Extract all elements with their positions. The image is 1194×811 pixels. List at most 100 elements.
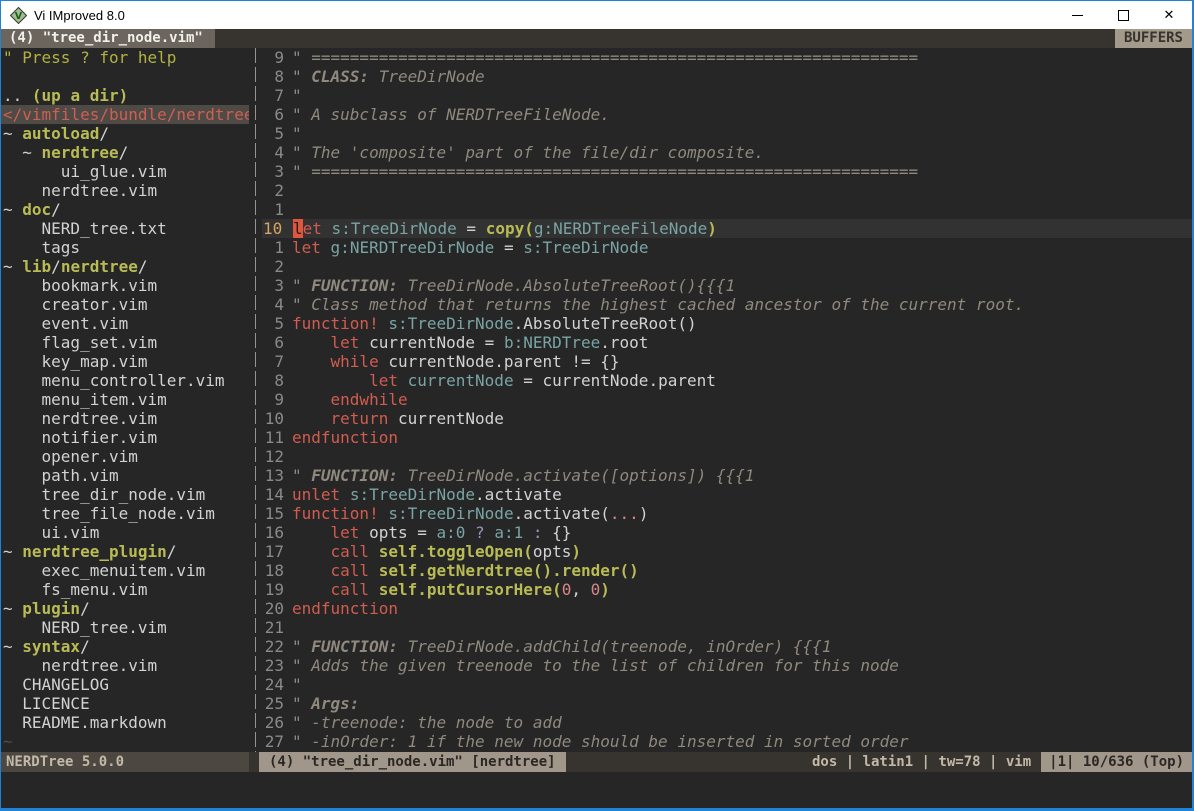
syntax-segment: while — [331, 352, 379, 371]
syntax-segment — [292, 333, 331, 352]
tree-item[interactable]: nerdtree.vim — [1, 181, 249, 200]
syntax-segment — [379, 504, 389, 523]
maximize-icon — [1118, 10, 1129, 21]
syntax-segment: " -inOrder: 1 if the new node should be … — [292, 732, 909, 751]
code-line[interactable]: 8 let currentNode = currentNode.parent — [262, 371, 1192, 390]
tree-item[interactable]: path.vim — [1, 466, 249, 485]
tree-item[interactable]: .. (up a dir) — [1, 86, 249, 105]
line-number: 11 — [262, 428, 284, 447]
code-line[interactable]: 18 call self.getNerdtree().render() — [262, 561, 1192, 580]
code-line[interactable]: 10 return currentNode — [262, 409, 1192, 428]
tree-item[interactable]: ~ — [1, 732, 249, 751]
code-line[interactable]: 4" The 'composite' part of the file/dir … — [262, 143, 1192, 162]
code-line[interactable]: 20endfunction — [262, 599, 1192, 618]
tree-item[interactable]: opener.vim — [1, 447, 249, 466]
tree-item[interactable]: CHANGELOG — [1, 675, 249, 694]
tree-item[interactable]: flag_set.vim — [1, 333, 249, 352]
syntax-segment: / — [80, 599, 90, 618]
code-line[interactable]: 23" Adds the given treenode to the list … — [262, 656, 1192, 675]
syntax-segment: doc — [22, 200, 51, 219]
tree-item[interactable]: ~ doc/ — [1, 200, 249, 219]
tree-item[interactable]: ~ syntax/ — [1, 637, 249, 656]
code-line[interactable]: 25" Args: — [262, 694, 1192, 713]
code-line[interactable]: 8" CLASS: TreeDirNode — [262, 67, 1192, 86]
tree-item[interactable]: ui.vim — [1, 523, 249, 542]
statusline-gap — [249, 752, 259, 772]
tree-item[interactable]: menu_item.vim — [1, 390, 249, 409]
tree-item[interactable]: ~ plugin/ — [1, 599, 249, 618]
tab-active[interactable]: (4) "tree_dir_node.vim" — [1, 29, 215, 48]
code-line[interactable]: 14unlet s:TreeDirNode.activate — [262, 485, 1192, 504]
tree-item[interactable]: event.vim — [1, 314, 249, 333]
code-line[interactable]: 3" =====================================… — [262, 162, 1192, 181]
main-area: " Press ? for help .. (up a dir)</vimfile… — [1, 48, 1192, 752]
code-line[interactable]: 6 let currentNode = b:NERDTree.root — [262, 333, 1192, 352]
tree-item[interactable]: exec_menuitem.vim — [1, 561, 249, 580]
window-separator[interactable] — [249, 48, 262, 752]
syntax-segment — [292, 409, 331, 428]
tree-item[interactable]: ~ autoload/ — [1, 124, 249, 143]
tree-item[interactable]: ~ lib/nerdtree/ — [1, 257, 249, 276]
code-line[interactable]: 2 — [262, 181, 1192, 200]
syntax-segment: plugin — [22, 599, 80, 618]
code-line[interactable]: 1let g:NERDTreeDirNode = s:TreeDirNode — [262, 238, 1192, 257]
tree-item[interactable]: tree_file_node.vim — [1, 504, 249, 523]
code-line-current[interactable]: 10let s:TreeDirNode = copy(g:NERDTreeFil… — [262, 219, 1192, 238]
code-line[interactable]: 13" FUNCTION: TreeDirNode.activate([opti… — [262, 466, 1192, 485]
syntax-segment: .activate — [475, 485, 562, 504]
tree-item[interactable] — [1, 67, 249, 86]
code-line[interactable]: 15function! s:TreeDirNode.activate(...) — [262, 504, 1192, 523]
tree-item[interactable]: fs_menu.vim — [1, 580, 249, 599]
tree-item[interactable]: nerdtree.vim — [1, 409, 249, 428]
code-line[interactable]: 11endfunction — [262, 428, 1192, 447]
tree-item[interactable]: bookmark.vim — [1, 276, 249, 295]
code-line[interactable]: 7 while currentNode.parent != {} — [262, 352, 1192, 371]
tree-item[interactable]: " Press ? for help — [1, 48, 249, 67]
minimize-button[interactable] — [1054, 1, 1100, 29]
tree-item[interactable]: tree_dir_node.vim — [1, 485, 249, 504]
syntax-segment: " A subclass of NERDTreeFileNode. — [292, 105, 610, 124]
code-line[interactable]: 17 call self.toggleOpen(opts) — [262, 542, 1192, 561]
code-line[interactable]: 5" — [262, 124, 1192, 143]
maximize-button[interactable] — [1100, 1, 1146, 29]
tree-item[interactable]: nerdtree.vim — [1, 656, 249, 675]
tree-item[interactable]: tags — [1, 238, 249, 257]
code-line[interactable]: 1 — [262, 200, 1192, 219]
tree-item[interactable]: creator.vim — [1, 295, 249, 314]
tree-item[interactable]: notifier.vim — [1, 428, 249, 447]
code-line[interactable]: 5function! s:TreeDirNode.AbsoluteTreeRoo… — [262, 314, 1192, 333]
code-line[interactable]: 9 endwhile — [262, 390, 1192, 409]
tree-item[interactable]: ~ nerdtree_plugin/ — [1, 542, 249, 561]
code-line[interactable]: 6" A subclass of NERDTreeFileNode. — [262, 105, 1192, 124]
text-cursor: l — [293, 219, 303, 238]
code-line[interactable]: 26" -treenode: the node to add — [262, 713, 1192, 732]
code-line[interactable]: 19 call self.putCursorHere(0, 0) — [262, 580, 1192, 599]
tree-root-path[interactable]: </vimfiles/bundle/nerdtree/ — [1, 105, 249, 124]
minimize-icon — [1072, 15, 1083, 16]
line-number: 26 — [262, 713, 284, 732]
tree-item[interactable]: menu_controller.vim — [1, 371, 249, 390]
tree-item[interactable]: ~ nerdtree/ — [1, 143, 249, 162]
code-line[interactable]: 7" — [262, 86, 1192, 105]
command-line[interactable] — [1, 772, 1192, 808]
syntax-segment: tree_dir_node.vim — [3, 485, 205, 504]
code-text: let s:TreeDirNode = copy(g:NERDTreeFileN… — [293, 219, 717, 238]
code-line[interactable]: 4" Class method that returns the highest… — [262, 295, 1192, 314]
code-line[interactable]: 22" FUNCTION: TreeDirNode.addChild(treen… — [262, 637, 1192, 656]
tree-item[interactable]: LICENCE — [1, 694, 249, 713]
tree-item[interactable]: README.markdown — [1, 713, 249, 732]
code-line[interactable]: 27" -inOrder: 1 if the new node should b… — [262, 732, 1192, 751]
code-line[interactable]: 3" FUNCTION: TreeDirNode.AbsoluteTreeRoo… — [262, 276, 1192, 295]
code-line[interactable]: 24" — [262, 675, 1192, 694]
code-line[interactable]: 12 — [262, 447, 1192, 466]
tree-item[interactable]: ui_glue.vim — [1, 162, 249, 181]
code-line[interactable]: 21 — [262, 618, 1192, 637]
tree-item[interactable]: key_map.vim — [1, 352, 249, 371]
tree-item[interactable]: NERD_tree.txt — [1, 219, 249, 238]
code-line[interactable]: 16 let opts = a:0 ? a:1 : {} — [262, 523, 1192, 542]
code-line[interactable]: 2 — [262, 257, 1192, 276]
code-line[interactable]: 9" =====================================… — [262, 48, 1192, 67]
syntax-segment: s:TreeDirNode — [388, 504, 513, 523]
close-button[interactable]: ✕ — [1146, 1, 1192, 29]
tree-item[interactable]: NERD_tree.vim — [1, 618, 249, 637]
